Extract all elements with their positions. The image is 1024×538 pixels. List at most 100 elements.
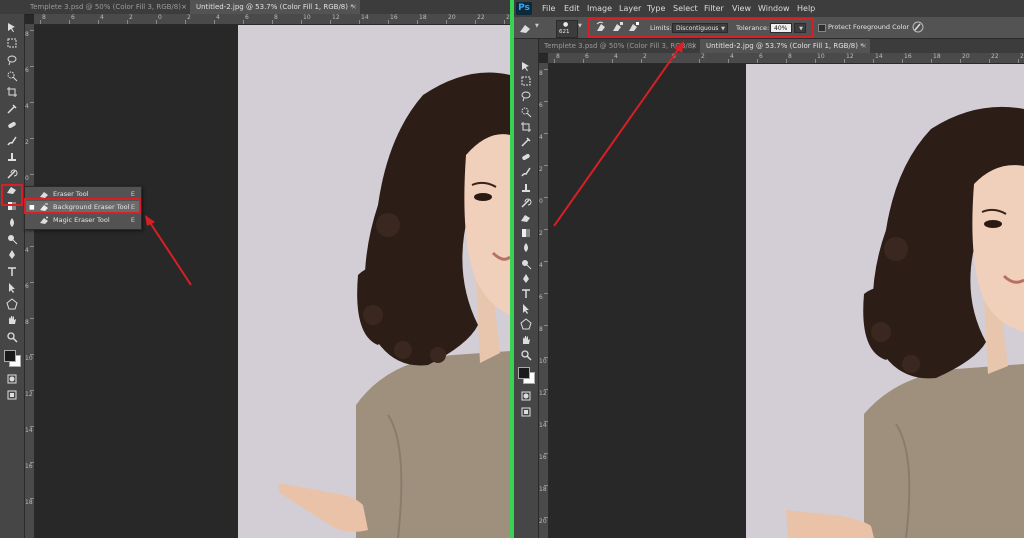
foreground-color-swatch[interactable] bbox=[4, 350, 16, 362]
ruler-tick bbox=[30, 66, 34, 67]
menu-view[interactable]: View bbox=[732, 0, 751, 17]
brush-tool-button[interactable] bbox=[517, 165, 535, 179]
type-icon bbox=[522, 289, 530, 298]
vertical-ruler: 8642024681012141618 bbox=[24, 24, 35, 538]
hand-tool-button[interactable] bbox=[3, 313, 21, 327]
hand-tool-button[interactable] bbox=[517, 333, 535, 347]
shape-icon bbox=[6, 298, 18, 310]
chevron-down-icon[interactable]: ▼ bbox=[578, 23, 582, 29]
type-tool-button[interactable] bbox=[517, 287, 535, 301]
move-tool-button[interactable] bbox=[517, 59, 535, 73]
ruler-tick bbox=[30, 318, 34, 319]
ruler-number: 12 bbox=[25, 391, 33, 398]
menu-image[interactable]: Image bbox=[587, 0, 612, 17]
ruler-number: 8 bbox=[25, 31, 29, 38]
crop-tool-button[interactable] bbox=[517, 120, 535, 134]
ruler-number: 8 bbox=[25, 319, 29, 326]
ruler-number: 0 bbox=[158, 14, 162, 21]
menu-layer[interactable]: Layer bbox=[619, 0, 641, 17]
ruler-number: 6 bbox=[539, 294, 543, 301]
vertical-ruler: 8 6 4 2 0 2 4 6 8 10 12 14 16 18 20 bbox=[538, 63, 549, 538]
close-icon[interactable]: × bbox=[181, 0, 187, 14]
type-tool-button[interactable] bbox=[3, 265, 21, 279]
ruler-number: 6 bbox=[71, 14, 75, 21]
ruler-number: 6 bbox=[759, 53, 763, 60]
foreground-color-swatch[interactable] bbox=[518, 367, 530, 379]
quick-mask-button[interactable] bbox=[517, 389, 535, 403]
eyedropper-tool-button[interactable] bbox=[3, 102, 21, 116]
zoom-tool-button[interactable] bbox=[517, 348, 535, 362]
shape-tool-button[interactable] bbox=[3, 297, 21, 311]
ruler-number: 2 bbox=[187, 14, 191, 21]
tab-untitled-2[interactable]: Untitled-2.jpg @ 53.7% (Color Fill 1, RG… bbox=[700, 39, 870, 53]
ruler-tick bbox=[214, 20, 215, 24]
screen-mode-button[interactable] bbox=[3, 388, 21, 402]
dodge-tool-button[interactable] bbox=[517, 257, 535, 271]
menu-type[interactable]: Type bbox=[647, 0, 665, 17]
brush-tool-button[interactable] bbox=[3, 134, 21, 148]
move-tool-button[interactable] bbox=[3, 20, 21, 34]
quick-select-tool-button[interactable] bbox=[517, 105, 535, 119]
tool-preset-icon[interactable] bbox=[518, 21, 532, 35]
ruler-tick bbox=[544, 133, 548, 134]
marquee-tool-button[interactable] bbox=[3, 36, 21, 50]
ruler-tick bbox=[330, 20, 331, 24]
ruler-number: 16 bbox=[390, 14, 398, 21]
history-brush-tool-button[interactable] bbox=[3, 167, 21, 181]
menu-item-magic-eraser-tool[interactable]: Magic Eraser Tool E bbox=[25, 214, 141, 227]
screen-mode-icon bbox=[521, 407, 531, 417]
path-select-tool-button[interactable] bbox=[3, 281, 21, 295]
menu-file[interactable]: File bbox=[542, 0, 555, 17]
close-icon[interactable]: × bbox=[691, 39, 697, 53]
ruler-number: 18 bbox=[25, 499, 33, 506]
crop-tool-button[interactable] bbox=[3, 85, 21, 99]
ruler-tick bbox=[757, 59, 758, 63]
healing-tool-button[interactable] bbox=[517, 150, 535, 164]
protect-foreground-checkbox[interactable] bbox=[818, 24, 826, 32]
ruler-number: 12 bbox=[539, 390, 547, 397]
pen-tool-button[interactable] bbox=[517, 272, 535, 286]
marquee-tool-button[interactable] bbox=[517, 74, 535, 88]
eraser-tool-button[interactable] bbox=[517, 211, 535, 225]
tab-templete-3[interactable]: Templete 3.psd @ 50% (Color Fill 3, RGB/… bbox=[538, 39, 700, 53]
stamp-tool-button[interactable] bbox=[517, 181, 535, 195]
menu-window[interactable]: Window bbox=[758, 0, 790, 17]
tab-templete-3[interactable]: Templete 3.psd @ 50% (Color Fill 3, RGB/… bbox=[24, 0, 190, 14]
close-icon[interactable]: × bbox=[861, 39, 867, 53]
document-tab-bar: Templete 3.psd @ 50% (Color Fill 3, RGB/… bbox=[0, 0, 510, 15]
blur-icon bbox=[10, 217, 14, 227]
lasso-tool-button[interactable] bbox=[3, 53, 21, 67]
pen-tool-button[interactable] bbox=[3, 248, 21, 262]
tab-untitled-2[interactable]: Untitled-2.jpg @ 53.7% (Color Fill 1, RG… bbox=[190, 0, 360, 14]
document-tab-bar: Templete 3.psd @ 50% (Color Fill 3, RGB/… bbox=[538, 39, 1024, 54]
pressure-pen-icon[interactable] bbox=[912, 21, 924, 33]
menu-edit[interactable]: Edit bbox=[564, 0, 580, 17]
dodge-tool-button[interactable] bbox=[3, 232, 21, 246]
close-icon[interactable]: × bbox=[351, 0, 357, 14]
menu-filter[interactable]: Filter bbox=[704, 0, 724, 17]
gradient-tool-button[interactable] bbox=[517, 226, 535, 240]
chevron-down-icon[interactable]: ▼ bbox=[535, 23, 539, 29]
type-icon bbox=[8, 266, 16, 276]
menu-help[interactable]: Help bbox=[797, 0, 815, 17]
shape-tool-button[interactable] bbox=[517, 317, 535, 331]
eyedropper-tool-button[interactable] bbox=[517, 135, 535, 149]
lasso-tool-button[interactable] bbox=[517, 89, 535, 103]
history-brush-tool-button[interactable] bbox=[517, 196, 535, 210]
ruler-number: 10 bbox=[25, 355, 33, 362]
quick-mask-button[interactable] bbox=[3, 372, 21, 386]
ruler-tick bbox=[699, 59, 700, 63]
ruler-number: 4 bbox=[730, 53, 734, 60]
quick-select-tool-button[interactable] bbox=[3, 69, 21, 83]
zoom-tool-button[interactable] bbox=[3, 330, 21, 344]
stamp-tool-button[interactable] bbox=[3, 150, 21, 164]
blur-tool-button[interactable] bbox=[517, 241, 535, 255]
screen-mode-button[interactable] bbox=[517, 405, 535, 419]
menu-select[interactable]: Select bbox=[673, 0, 698, 17]
crop-icon bbox=[521, 121, 531, 132]
blur-tool-button[interactable] bbox=[3, 216, 21, 230]
path-select-tool-button[interactable] bbox=[517, 302, 535, 316]
right-screenshot-pane: Ps File Edit Image Layer Type Select Fil… bbox=[514, 0, 1024, 538]
brush-size-picker[interactable]: ● 621 bbox=[556, 20, 578, 38]
healing-tool-button[interactable] bbox=[3, 118, 21, 132]
